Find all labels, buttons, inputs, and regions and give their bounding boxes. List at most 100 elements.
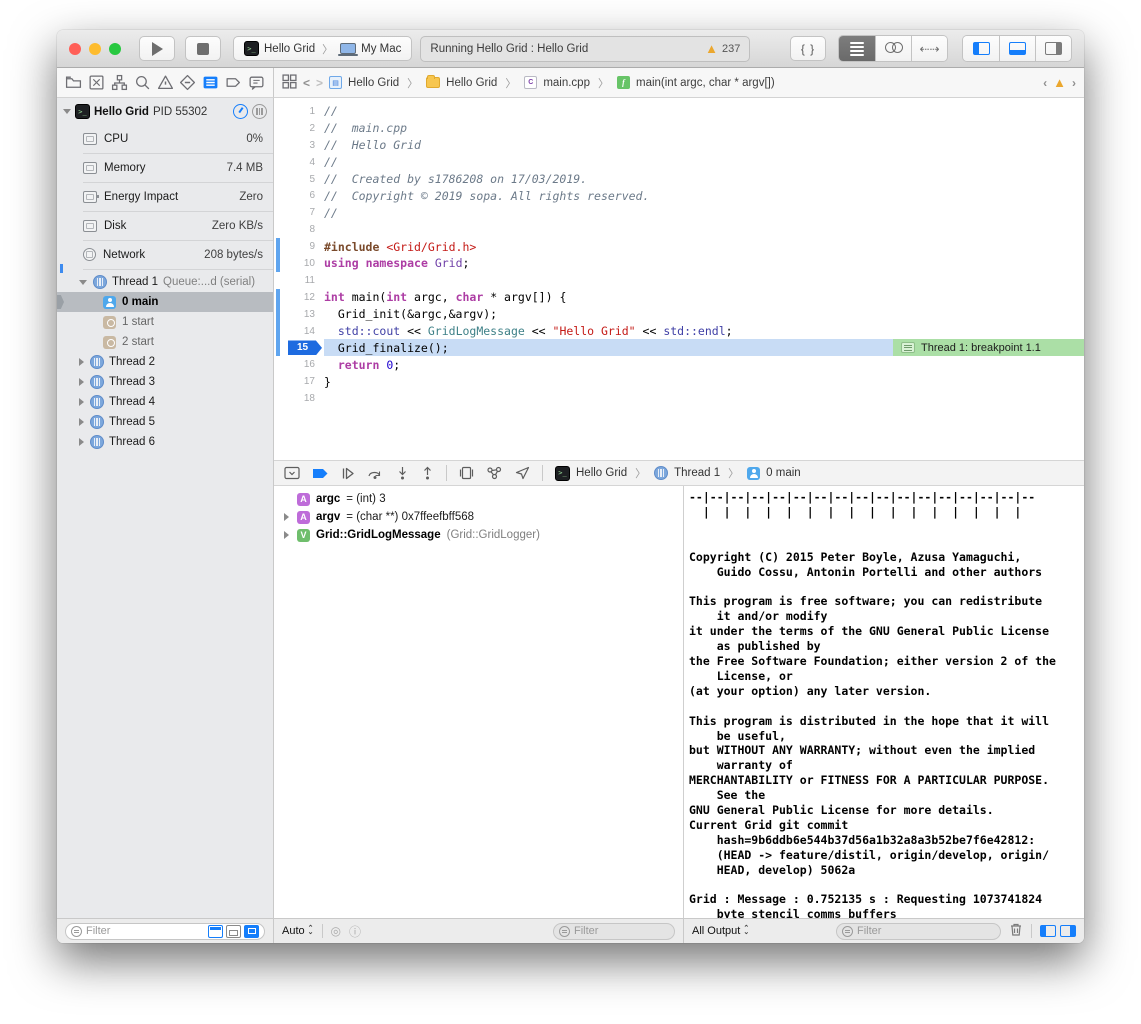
variable-row[interactable]: VGrid::GridLogMessage(Grid::GridLogger) <box>274 526 683 544</box>
filter-mode-queues-icon[interactable] <box>226 925 241 938</box>
code-line[interactable]: 13 Grid_init(&argc,&argv); <box>274 306 1084 323</box>
thread-row[interactable]: Thread 3 <box>57 372 273 392</box>
code-line[interactable]: 16 return 0; <box>274 356 1084 373</box>
code-line[interactable]: 18 <box>274 390 1084 407</box>
stack-frame-row[interactable]: 1 start <box>57 312 273 332</box>
related-items-icon[interactable] <box>282 74 297 92</box>
breadcrumb-process[interactable]: Hello Grid <box>576 467 627 479</box>
code-line[interactable]: 14 std::cout << GridLogMessage << "Hello… <box>274 323 1084 340</box>
simulate-location-button[interactable] <box>515 466 530 480</box>
gauge-row-disk[interactable]: DiskZero KB/s <box>57 211 273 240</box>
code-line[interactable]: 5// Created by s1786208 on 17/03/2019. <box>274 171 1084 188</box>
gauges-view-icon[interactable] <box>233 104 248 119</box>
step-out-button[interactable] <box>421 466 434 480</box>
clear-console-button[interactable] <box>1009 922 1023 940</box>
console-filter-field[interactable]: Filter <box>836 923 1001 940</box>
code-line[interactable]: 1// <box>274 103 1084 120</box>
find-navigator-icon[interactable] <box>134 74 151 91</box>
variables-view-toggle[interactable] <box>1040 925 1056 937</box>
code-line[interactable]: 8 <box>274 221 1084 238</box>
activity-viewer[interactable]: Running Hello Grid : Hello Grid ▲ 237 <box>420 36 750 62</box>
scheme-selector[interactable]: >_ Hello Grid 〉 My Mac <box>233 36 412 61</box>
info-icon[interactable]: ⓘ <box>349 923 361 940</box>
code-line[interactable]: 2// main.cpp <box>274 120 1084 137</box>
report-navigator-icon[interactable] <box>248 74 265 91</box>
assistant-editor-button[interactable] <box>875 36 911 61</box>
stack-frame-row[interactable]: 0 main <box>57 292 273 312</box>
go-back-button[interactable]: < <box>303 76 310 90</box>
variables-view[interactable]: Aargc= (int) 3Aargv= (char **) 0x7ffeefb… <box>274 486 684 918</box>
disclosure-triangle-icon[interactable] <box>79 438 84 446</box>
gauge-row-cpu[interactable]: CPU0% <box>57 124 273 153</box>
breakpoint-navigator-icon[interactable] <box>225 74 242 91</box>
zoom-window-button[interactable] <box>109 43 121 55</box>
debug-navigator-icon[interactable] <box>202 74 219 91</box>
console-view[interactable]: --|--|--|--|--|--|--|--|--|--|--|--|--|-… <box>684 486 1084 918</box>
hide-debug-area-button[interactable] <box>284 466 300 480</box>
process-row[interactable]: >_ Hello Grid PID 55302 <box>57 98 273 124</box>
variables-filter-field[interactable]: Filter <box>553 923 675 940</box>
thread-row[interactable]: Thread 2 <box>57 352 273 372</box>
disclosure-triangle-icon[interactable] <box>79 418 84 426</box>
code-line[interactable]: 11 <box>274 272 1084 289</box>
project-navigator-icon[interactable] <box>65 74 82 91</box>
issue-navigator-icon[interactable] <box>157 74 174 91</box>
code-line[interactable]: 7// <box>274 204 1084 221</box>
jump-bar-symbol[interactable]: main(int argc, char * argv[]) <box>636 77 775 89</box>
variable-row[interactable]: Aargc= (int) 3 <box>274 490 683 508</box>
code-line[interactable]: 15 Grid_finalize();Thread 1: breakpoint … <box>274 339 1084 356</box>
disclosure-triangle-icon[interactable] <box>63 109 71 114</box>
code-line[interactable]: 6// Copyright © 2019 sopa. All rights re… <box>274 187 1084 204</box>
code-line[interactable]: 12int main(int argc, char * argv[]) { <box>274 289 1084 306</box>
gauge-row-energy-impact[interactable]: Energy ImpactZero <box>57 182 273 211</box>
disclosure-triangle-icon[interactable] <box>79 378 84 386</box>
thread-row[interactable]: Thread 6 <box>57 432 273 452</box>
source-control-navigator-icon[interactable] <box>88 74 105 91</box>
breakpoint-line-badge[interactable]: 15 <box>288 340 322 355</box>
step-into-button[interactable] <box>396 466 409 480</box>
disclosure-triangle-icon[interactable] <box>79 280 87 285</box>
standard-editor-button[interactable] <box>839 36 875 61</box>
previous-issue-button[interactable]: ‹ <box>1043 76 1047 90</box>
navigator-toggle-button[interactable] <box>963 36 999 61</box>
close-window-button[interactable] <box>69 43 81 55</box>
gauge-row-memory[interactable]: Memory7.4 MB <box>57 153 273 182</box>
code-line[interactable]: 3// Hello Grid <box>274 137 1084 154</box>
disclosure-triangle-icon[interactable] <box>79 398 84 406</box>
disclosure-triangle-icon[interactable] <box>79 358 84 366</box>
inspector-toggle-button[interactable] <box>1035 36 1071 61</box>
disclosure-triangle-icon[interactable] <box>282 513 291 521</box>
stop-button[interactable] <box>185 36 221 61</box>
thread-row[interactable]: Thread 1Queue:...d (serial) <box>57 272 273 292</box>
breadcrumb-frame[interactable]: 0 main <box>766 467 801 479</box>
issues-indicator[interactable]: ▲ 237 <box>705 42 740 55</box>
quick-look-icon[interactable]: ◎ <box>331 924 341 938</box>
step-over-button[interactable] <box>367 467 384 480</box>
go-forward-button[interactable]: > <box>316 76 323 90</box>
code-line[interactable]: 10using namespace Grid; <box>274 255 1084 272</box>
jump-bar-file[interactable]: main.cpp <box>543 77 590 89</box>
next-issue-button[interactable]: › <box>1072 76 1076 90</box>
view-hierarchy-button[interactable] <box>459 466 474 480</box>
debug-area-toggle-button[interactable] <box>999 36 1035 61</box>
version-editor-button[interactable]: ⇠⇢ <box>911 36 947 61</box>
console-scope-popup[interactable]: All Output ⌃⌄ <box>692 925 749 937</box>
symbol-navigator-icon[interactable] <box>111 74 128 91</box>
breakpoints-toggle-button[interactable] <box>312 467 329 480</box>
jump-bar-group[interactable]: Hello Grid <box>446 77 497 89</box>
variable-row[interactable]: Aargv= (char **) 0x7ffeefbff568 <box>274 508 683 526</box>
code-line[interactable]: 9#include <Grid/Grid.h> <box>274 238 1084 255</box>
disclosure-triangle-icon[interactable] <box>282 531 291 539</box>
run-button[interactable] <box>139 36 175 61</box>
filter-mode-threads-icon[interactable] <box>208 925 223 938</box>
console-view-toggle[interactable] <box>1060 925 1076 937</box>
jump-bar-project[interactable]: Hello Grid <box>348 77 399 89</box>
breakpoint-annotation[interactable]: Thread 1: breakpoint 1.1 <box>893 339 1084 356</box>
filter-mode-ui-icon[interactable] <box>244 925 259 938</box>
navigator-filter-field[interactable]: Filter <box>65 923 265 940</box>
thread-row[interactable]: Thread 4 <box>57 392 273 412</box>
warning-icon[interactable]: ▲ <box>1053 76 1066 89</box>
gauge-row-network[interactable]: Network208 bytes/s <box>57 240 273 269</box>
code-line[interactable]: 4// <box>274 154 1084 171</box>
thread-row[interactable]: Thread 5 <box>57 412 273 432</box>
